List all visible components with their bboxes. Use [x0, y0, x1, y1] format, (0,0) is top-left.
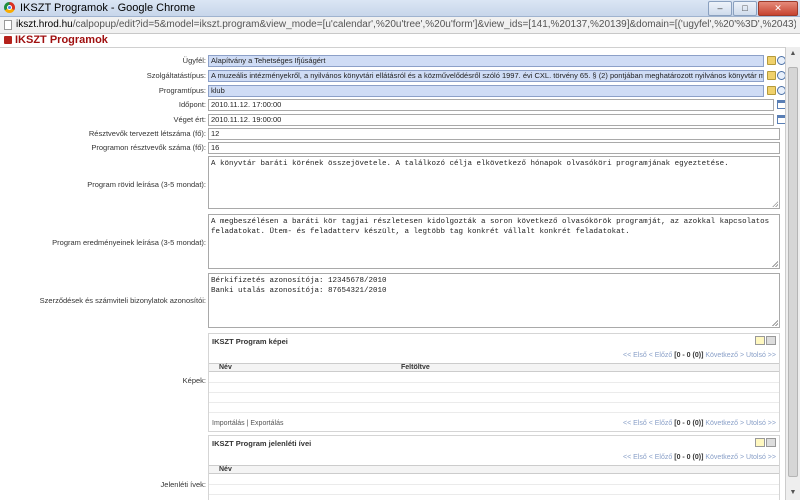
kepek-label: Képek:	[182, 376, 206, 385]
scroll-down-arrow-icon[interactable]: ▼	[788, 488, 798, 498]
url-text[interactable]: ikszt.hrod.hu/calpopup/edit?id=5&model=i…	[16, 19, 796, 30]
scroll-up-arrow-icon[interactable]: ▲	[788, 49, 798, 59]
col-name[interactable]: Név	[219, 364, 232, 372]
pager-next[interactable]: Következő > Utolsó >>	[705, 420, 776, 427]
jelenleti-ivek-label: Jelenléti ívek:	[160, 480, 206, 489]
grid-row	[209, 484, 779, 485]
images-panel: IKSZT Program képei << Első < Előző [0 -…	[208, 333, 780, 432]
pager-next[interactable]: Következő > Utolsó >>	[705, 352, 776, 359]
idopont-field[interactable]: 2010.11.12. 17:00:00	[208, 99, 774, 111]
images-grid-header: Név Feltöltve	[209, 363, 779, 372]
folder-icon[interactable]	[767, 86, 776, 95]
chrome-icon	[4, 2, 15, 13]
images-pager: << Első < Előző [0 - 0 (0)] Következő > …	[623, 352, 776, 359]
images-panel-buttons	[755, 336, 776, 345]
rovid-leiras-label: Program rövid leírása (3-5 mondat):	[87, 180, 206, 189]
attendance-pager: << Első < Előző [0 - 0 (0)] Következő > …	[623, 454, 776, 461]
resztvevok-szama-label: Programon résztvevők száma (fő):	[91, 143, 206, 152]
grid-row	[209, 382, 779, 383]
szerzodesek-label: Szerződések és számviteli bizonylatok az…	[39, 296, 206, 305]
page-title: IKSZT Programok	[15, 34, 108, 46]
attendance-grid-header: Név	[209, 465, 779, 474]
resize-handle[interactable]	[772, 320, 778, 326]
resize-handle[interactable]	[772, 261, 778, 267]
tervezett-letszam-field[interactable]: 12	[208, 128, 780, 140]
rovid-leiras-text: A könyvtár baráti körének összejövetele.…	[211, 160, 729, 168]
szerzodesek-textarea[interactable]: Bérkifizetés azonosítója: 12345678/2010 …	[208, 273, 780, 328]
folder-icon[interactable]	[767, 71, 776, 80]
grid-row	[209, 494, 779, 495]
pager-prev[interactable]: << Első < Előző	[623, 454, 672, 461]
window-controls: – □ ✕	[708, 1, 798, 16]
import-export-links[interactable]: Importálás | Exportálás	[212, 420, 283, 427]
attendance-panel-buttons	[755, 438, 776, 447]
pager-range: [0 - 0 (0)]	[674, 352, 704, 359]
attendance-panel: IKSZT Program jelenléti ívei << Első < E…	[208, 435, 780, 500]
list-view-icon[interactable]	[766, 336, 776, 345]
eredmenyek-leiras-text: A megbeszélésen a baráti kör tagjai rész…	[211, 218, 770, 236]
resize-handle[interactable]	[772, 201, 778, 207]
szolgaltatastipus-field[interactable]: A muzeális intézményekről, a nyilvános k…	[208, 70, 764, 82]
window-title: IKSZT Programok - Google Chrome	[20, 2, 196, 14]
pager-range: [0 - 0 (0)]	[674, 454, 704, 461]
url-domain: ikszt.hrod.hu	[16, 19, 73, 30]
close-button[interactable]: ✕	[758, 1, 798, 16]
programtipus-field[interactable]: klub	[208, 85, 764, 97]
grid-row	[209, 392, 779, 393]
pager-prev[interactable]: << Első < Előző	[623, 420, 672, 427]
folder-icon[interactable]	[767, 56, 776, 65]
eredmenyek-leiras-label: Program eredményeinek leírása (3-5 monda…	[52, 238, 206, 247]
tervezett-letszam-label: Résztvevők tervezett létszáma (fő):	[88, 129, 206, 138]
pager-next[interactable]: Következő > Utolsó >>	[705, 454, 776, 461]
eredmenyek-leiras-textarea[interactable]: A megbeszélésen a baráti kör tagjai rész…	[208, 214, 780, 269]
programtipus-label: Programtípus:	[158, 86, 206, 95]
url-path: /calpopup/edit?id=5&model=ikszt.program&…	[72, 19, 796, 30]
new-record-icon[interactable]	[755, 438, 765, 447]
veget-ert-label: Véget ért:	[173, 115, 206, 124]
szolgaltatastipus-label: Szolgáltatástípus:	[146, 71, 206, 80]
page-icon	[4, 20, 12, 30]
form-icon	[4, 36, 12, 44]
col-uploaded[interactable]: Feltöltve	[401, 364, 430, 372]
veget-ert-field[interactable]: 2010.11.12. 19:00:00	[208, 114, 774, 126]
address-bar[interactable]: ikszt.hrod.hu/calpopup/edit?id=5&model=i…	[0, 17, 800, 34]
rovid-leiras-textarea[interactable]: A könyvtár baráti körének összejövetele.…	[208, 156, 780, 209]
pager-prev[interactable]: << Első < Előző	[623, 352, 672, 359]
col-name[interactable]: Név	[219, 466, 232, 474]
ugyfel-label: Ügyfél:	[182, 56, 206, 65]
pager-range: [0 - 0 (0)]	[674, 420, 704, 427]
scroll-thumb[interactable]	[788, 67, 798, 477]
maximize-button[interactable]: □	[733, 1, 757, 16]
idopont-label: Időpont:	[178, 100, 206, 109]
page-scrollbar[interactable]: ▲ ▼	[785, 47, 800, 500]
grid-row	[209, 412, 779, 413]
minimize-button[interactable]: –	[708, 1, 732, 16]
grid-row	[209, 402, 779, 403]
attendance-panel-title: IKSZT Program jelenléti ívei	[212, 439, 312, 448]
resztvevok-szama-field[interactable]: 16	[208, 142, 780, 154]
form-header: IKSZT Programok	[0, 33, 800, 48]
images-panel-title: IKSZT Program képei	[212, 337, 288, 346]
ugyfel-field[interactable]: Alapítvány a Tehetséges Ifjúságért	[208, 55, 764, 67]
images-pager-bottom: << Első < Előző [0 - 0 (0)] Következő > …	[623, 420, 776, 427]
szerzodesek-text: Bérkifizetés azonosítója: 12345678/2010 …	[211, 277, 387, 295]
list-view-icon[interactable]	[766, 438, 776, 447]
window-titlebar: IKSZT Programok - Google Chrome – □ ✕	[0, 0, 800, 17]
new-record-icon[interactable]	[755, 336, 765, 345]
